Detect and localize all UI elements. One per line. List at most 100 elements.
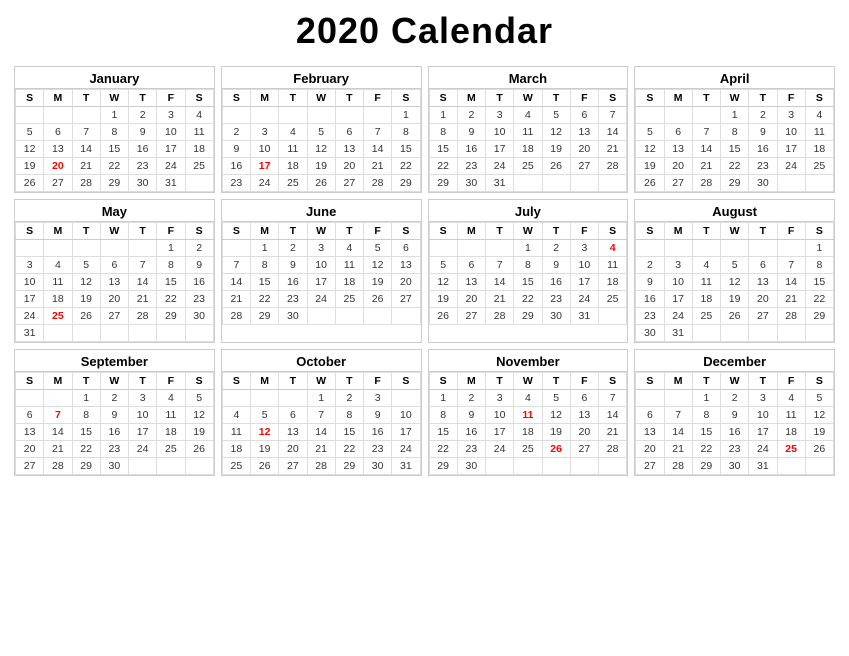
month-october: OctoberSMTWTFS12345678910111213141516171…	[221, 349, 422, 476]
calendar-day: 3	[16, 257, 44, 274]
calendar-day: 14	[599, 124, 627, 141]
calendar-day: 8	[429, 124, 457, 141]
calendar-day: 13	[335, 141, 363, 158]
calendar-day: 31	[749, 458, 777, 475]
calendar-day	[44, 240, 72, 257]
calendar-day: 31	[392, 458, 420, 475]
month-december: DecemberSMTWTFS1234567891011121314151617…	[634, 349, 835, 476]
calendar-day: 30	[457, 458, 485, 475]
calendar-day	[72, 240, 100, 257]
calendar-day: 14	[222, 274, 250, 291]
calendar-day: 13	[457, 274, 485, 291]
weekday-header: W	[100, 373, 128, 390]
calendar-day: 7	[692, 124, 720, 141]
calendar-day: 26	[429, 308, 457, 325]
calendar-day: 6	[16, 407, 44, 424]
calendar-day: 1	[100, 107, 128, 124]
weekday-header: M	[457, 223, 485, 240]
calendar-day: 29	[392, 175, 420, 192]
calendar-day	[307, 308, 335, 325]
calendar-day: 22	[100, 158, 128, 175]
calendar-day: 25	[157, 441, 185, 458]
weekday-header: T	[129, 373, 157, 390]
calendar-day: 4	[514, 107, 542, 124]
calendar-day: 8	[392, 124, 420, 141]
calendar-day	[777, 325, 805, 342]
calendar-day: 13	[44, 141, 72, 158]
calendar-day: 4	[777, 390, 805, 407]
calendar-day: 6	[44, 124, 72, 141]
weekday-header: S	[636, 223, 664, 240]
weekday-header: T	[692, 223, 720, 240]
calendar-day: 11	[692, 274, 720, 291]
weekday-header: M	[457, 90, 485, 107]
calendar-day: 30	[636, 325, 664, 342]
calendar-day	[542, 175, 570, 192]
calendar-day: 20	[392, 274, 420, 291]
calendar-day	[692, 107, 720, 124]
calendar-day	[392, 390, 420, 407]
weekday-header: S	[392, 223, 420, 240]
calendar-day: 2	[279, 240, 307, 257]
weekday-header: T	[279, 223, 307, 240]
calendar-day: 25	[279, 175, 307, 192]
calendar-day: 6	[100, 257, 128, 274]
weekday-header: T	[129, 223, 157, 240]
weekday-header: S	[222, 90, 250, 107]
calendar-day: 20	[279, 441, 307, 458]
calendar-day	[749, 240, 777, 257]
calendar-day: 4	[335, 240, 363, 257]
calendar-day: 1	[805, 240, 833, 257]
calendar-day: 14	[364, 141, 392, 158]
calendar-day	[44, 107, 72, 124]
calendar-day	[129, 458, 157, 475]
calendar-day: 9	[542, 257, 570, 274]
calendar-day: 15	[429, 424, 457, 441]
calendar-day: 11	[514, 124, 542, 141]
calendar-day: 7	[307, 407, 335, 424]
weekday-header: S	[222, 373, 250, 390]
weekday-header: M	[44, 373, 72, 390]
weekday-header: W	[100, 90, 128, 107]
calendar-day: 4	[44, 257, 72, 274]
weekday-header: W	[307, 223, 335, 240]
calendar-day: 8	[157, 257, 185, 274]
calendar-day: 4	[185, 107, 213, 124]
weekday-header: F	[570, 223, 598, 240]
calendar-day	[222, 390, 250, 407]
calendar-day: 26	[542, 441, 570, 458]
calendar-day: 26	[636, 175, 664, 192]
page-title: 2020 Calendar	[10, 10, 839, 52]
calendar-day	[777, 175, 805, 192]
calendar-day: 19	[251, 441, 279, 458]
calendar-day: 7	[72, 124, 100, 141]
calendar-day: 3	[486, 390, 514, 407]
calendar-day: 11	[335, 257, 363, 274]
calendar-day: 28	[72, 175, 100, 192]
calendar-day: 15	[805, 274, 833, 291]
weekday-header: F	[364, 90, 392, 107]
calendar-day: 18	[279, 158, 307, 175]
calendar-day: 5	[429, 257, 457, 274]
calendar-day: 5	[364, 240, 392, 257]
calendar-day: 20	[100, 291, 128, 308]
calendar-day: 16	[364, 424, 392, 441]
calendar-day: 16	[185, 274, 213, 291]
calendar-day: 24	[749, 441, 777, 458]
calendar-day: 24	[777, 158, 805, 175]
weekday-header: W	[721, 373, 749, 390]
calendar-day: 12	[636, 141, 664, 158]
calendar-day: 10	[749, 407, 777, 424]
calendar-day	[599, 308, 627, 325]
calendar-day: 4	[692, 257, 720, 274]
month-title: September	[15, 350, 214, 372]
calendar-day: 19	[542, 424, 570, 441]
weekday-header: S	[599, 373, 627, 390]
calendar-day	[279, 390, 307, 407]
weekday-header: T	[542, 90, 570, 107]
calendar-day: 11	[599, 257, 627, 274]
calendar-day	[335, 107, 363, 124]
calendar-day: 1	[514, 240, 542, 257]
calendar-day: 25	[514, 441, 542, 458]
weekday-header: S	[16, 373, 44, 390]
